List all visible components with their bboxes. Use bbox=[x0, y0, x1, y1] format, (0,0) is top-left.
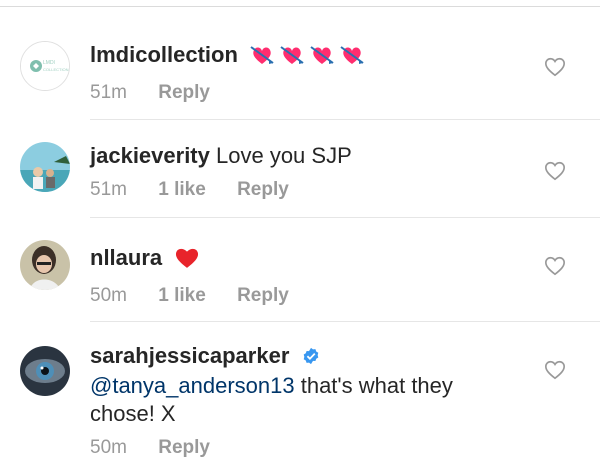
user-photo-icon bbox=[20, 142, 70, 192]
avatar[interactable]: LMDI COLLECTION bbox=[20, 41, 70, 91]
avatar[interactable] bbox=[20, 142, 70, 192]
eye-photo-icon bbox=[20, 346, 70, 396]
reply-button[interactable]: Reply bbox=[237, 285, 289, 306]
reply-button[interactable]: Reply bbox=[237, 179, 289, 200]
heart-with-arrow-emoji-icon bbox=[280, 44, 304, 73]
comment-row: LMDI COLLECTION lmdicollection 51m Reply bbox=[0, 8, 600, 120]
comment-text: that's what they bbox=[294, 373, 453, 398]
verified-badge-icon bbox=[302, 344, 320, 372]
comment-row: nllaura 50m 1 like Reply bbox=[0, 218, 600, 322]
svg-text:LMDI: LMDI bbox=[43, 60, 55, 66]
comment-timestamp: 50m bbox=[90, 285, 127, 306]
like-heart-icon[interactable] bbox=[544, 359, 566, 381]
comment-row: sarahjessicaparker @tanya_anderson13 tha… bbox=[0, 322, 600, 468]
heart-with-arrow-emoji-icon bbox=[250, 44, 274, 73]
top-divider bbox=[0, 0, 600, 7]
likes-count[interactable]: 1 like bbox=[158, 179, 206, 200]
comment-username[interactable]: nllaura bbox=[90, 245, 162, 270]
avatar[interactable] bbox=[20, 346, 70, 396]
comment-username[interactable]: jackieverity bbox=[90, 143, 210, 168]
reply-button[interactable]: Reply bbox=[158, 82, 210, 103]
like-heart-icon[interactable] bbox=[544, 56, 566, 78]
red-heart-emoji-icon bbox=[174, 245, 200, 276]
comment-username[interactable]: sarahjessicaparker bbox=[90, 343, 289, 368]
comment-username[interactable]: lmdicollection bbox=[90, 42, 238, 67]
comment-row: jackieverity Love you SJP 51m 1 like Rep… bbox=[0, 120, 600, 218]
comment-text: Love you SJP bbox=[216, 143, 352, 168]
like-heart-icon[interactable] bbox=[544, 255, 566, 277]
likes-count[interactable]: 1 like bbox=[158, 285, 206, 306]
heart-with-arrow-emoji-icon bbox=[340, 44, 364, 73]
svg-text:COLLECTION: COLLECTION bbox=[43, 67, 69, 72]
mention-link[interactable]: @tanya_anderson13 bbox=[90, 373, 295, 398]
heart-with-arrow-emoji-icon bbox=[310, 44, 334, 73]
like-heart-icon[interactable] bbox=[544, 160, 566, 182]
comment-timestamp: 51m bbox=[90, 179, 127, 200]
user-photo-icon bbox=[20, 240, 70, 290]
comment-timestamp: 50m bbox=[90, 437, 127, 458]
comment-timestamp: 51m bbox=[90, 82, 127, 103]
avatar[interactable] bbox=[20, 240, 70, 290]
reply-button[interactable]: Reply bbox=[158, 437, 210, 458]
lmdi-logo-icon: LMDI COLLECTION bbox=[21, 42, 69, 90]
comment-text-continued: chose! X bbox=[90, 401, 176, 426]
